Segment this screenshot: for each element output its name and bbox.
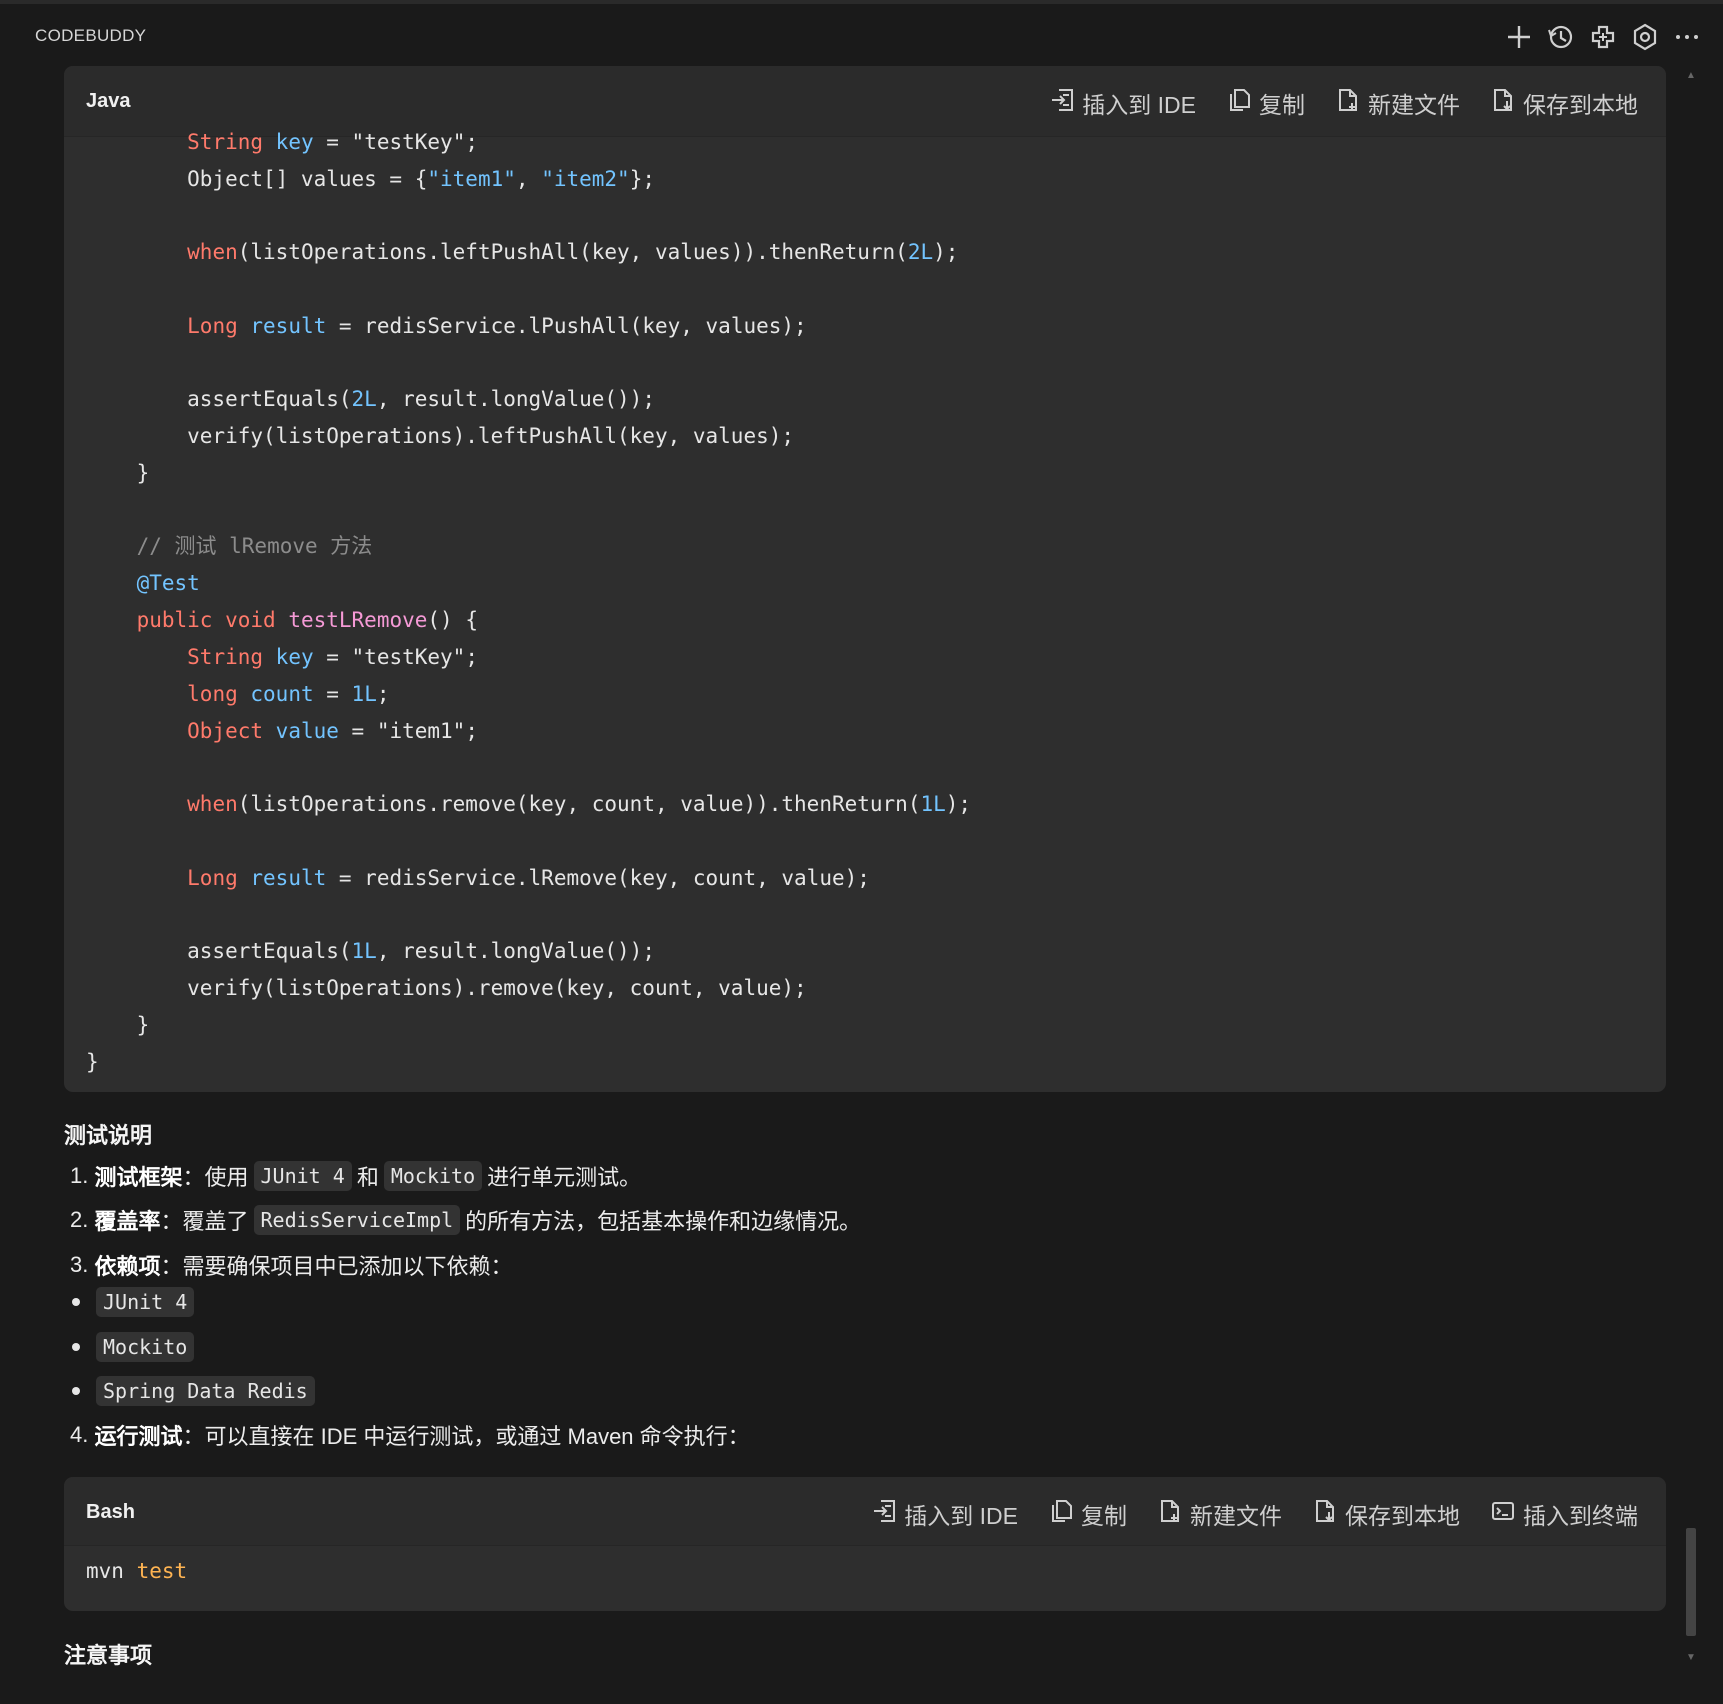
new-file-button[interactable]: 新建文件 (1335, 86, 1460, 120)
insert-to-ide-button[interactable]: 插入到 IDE (871, 1497, 1018, 1531)
insert-ide-icon (871, 1498, 897, 1530)
list-item: JUnit 4 (72, 1283, 195, 1321)
list-item: 3. 依赖项 ：需要确保项目中已添加以下依赖： (70, 1252, 513, 1279)
copy-icon (1048, 1498, 1074, 1530)
list-item: 2. 覆盖率 ：覆盖了 RedisServiceImpl 的所有方法，包括基本操作… (70, 1205, 862, 1235)
code-language-label: Java (86, 90, 131, 112)
history-icon[interactable] (1546, 22, 1576, 52)
list-item: Spring Data Redis (72, 1372, 315, 1410)
insert-to-ide-button[interactable]: 插入到 IDE (1049, 86, 1196, 120)
save-local-button[interactable]: 保存到本地 (1312, 1497, 1460, 1531)
list-item: 4. 运行测试 ：可以直接在 IDE 中运行测试，或通过 Maven 命令执行： (70, 1422, 750, 1449)
copy-button[interactable]: 复制 (1226, 86, 1305, 120)
copy-button[interactable]: 复制 (1048, 1497, 1127, 1531)
new-file-icon (1335, 87, 1361, 119)
insert-ide-icon (1049, 87, 1075, 119)
test-notes-title: 测试说明 (64, 1123, 153, 1148)
extension-icon[interactable] (1588, 22, 1618, 52)
save-local-icon (1312, 1498, 1338, 1530)
insert-to-terminal-button[interactable]: 插入到终端 (1490, 1497, 1638, 1531)
bash-code: mvn test (86, 1559, 188, 1583)
java-code-block: Java 插入到 IDE 复制 新建文件 保存到本地 String key = … (64, 66, 1666, 1092)
inline-code: JUnit 4 (96, 1287, 195, 1317)
app-title: CODEBUDDY (35, 26, 147, 45)
save-local-icon (1490, 87, 1516, 119)
save-local-button[interactable]: 保存到本地 (1490, 86, 1638, 120)
code-block-header: Bash 插入到 IDE 复制 新建文件 保存到本地 插入到终端 (64, 1477, 1666, 1546)
new-file-button[interactable]: 新建文件 (1157, 1497, 1282, 1531)
scrollbar-thumb[interactable] (1686, 1528, 1696, 1636)
bullet-dot (72, 1387, 80, 1395)
plus-icon[interactable] (1504, 22, 1534, 52)
bullet-dot (72, 1343, 80, 1351)
inline-code: Spring Data Redis (96, 1376, 315, 1406)
inline-code: Mockito (96, 1332, 195, 1362)
inline-code: RedisServiceImpl (253, 1205, 461, 1235)
bash-code-block: Bash 插入到 IDE 复制 新建文件 保存到本地 插入到终端 mvn tes… (64, 1477, 1666, 1611)
java-code: String key = "testKey"; Object[] values … (86, 130, 972, 1074)
more-icon[interactable] (1672, 22, 1702, 52)
inline-code: Mockito (383, 1161, 483, 1191)
code-language-label: Bash (86, 1501, 135, 1523)
scroll-down-arrow-icon[interactable]: ▼ (1686, 1652, 1696, 1663)
scroll-up-arrow-icon[interactable]: ▲ (1686, 70, 1696, 81)
inline-code: JUnit 4 (253, 1161, 352, 1191)
terminal-icon (1490, 1498, 1516, 1530)
chat-scroll-area[interactable]: Java 插入到 IDE 复制 新建文件 保存到本地 String key = … (0, 66, 1723, 1704)
copy-icon (1226, 87, 1252, 119)
list-item: 1. 测试框架 ：使用 JUnit 4 和 Mockito 进行单元测试。 (70, 1161, 642, 1191)
list-item: Mockito (72, 1328, 195, 1366)
new-file-icon (1157, 1498, 1183, 1530)
settings-icon[interactable] (1630, 22, 1660, 52)
bullet-dot (72, 1298, 80, 1306)
notes-title: 注意事项 (64, 1643, 153, 1668)
panel-header: CODEBUDDY (0, 4, 1723, 66)
